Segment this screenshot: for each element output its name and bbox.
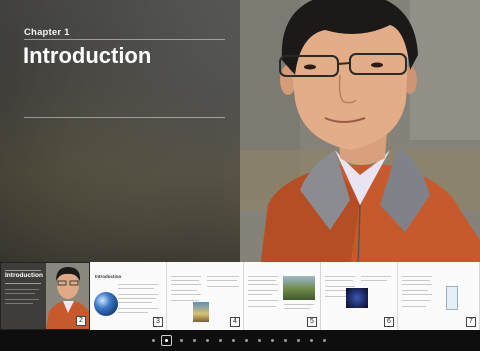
earth-globe-image: [94, 292, 118, 316]
page-dot[interactable]: [310, 339, 313, 342]
page-thumbnail-strip: Introduction 2 Introduction 3 4 5 6 7: [0, 262, 480, 330]
page-dot[interactable]: [245, 339, 248, 342]
page-dot[interactable]: [271, 339, 274, 342]
page-number-badge: 5: [307, 317, 317, 327]
thumbnail-page-7[interactable]: 7: [398, 262, 480, 330]
page-dot[interactable]: [297, 339, 300, 342]
thumbnail-image: [193, 302, 209, 322]
page-dot[interactable]: [258, 339, 261, 342]
page-dot[interactable]: [152, 339, 155, 342]
thumbnail-page-3[interactable]: Introduction 3: [90, 262, 167, 330]
chapter-divider-bottom: [24, 117, 225, 118]
page-number-badge: 6: [384, 317, 394, 327]
page-number-badge: 4: [230, 317, 240, 327]
page-dot[interactable]: [180, 339, 183, 342]
thumbnail-heading: Introduction: [95, 274, 122, 279]
thumbnail-page-4[interactable]: 4: [167, 262, 244, 330]
portrait-illustration: [240, 0, 480, 268]
page-number-badge: 3: [153, 317, 163, 327]
page-dot[interactable]: [193, 339, 196, 342]
page-dot[interactable]: [219, 339, 222, 342]
page-navigation-bar: [0, 330, 480, 351]
page-dot[interactable]: [284, 339, 287, 342]
thumbnail-page-6[interactable]: 6: [321, 262, 398, 330]
thumbnail-page-5[interactable]: 5: [244, 262, 321, 330]
thumbnail-page-current[interactable]: Introduction 2: [0, 262, 90, 330]
page-dot[interactable]: [206, 339, 209, 342]
page-dot-current[interactable]: [161, 335, 172, 346]
thumbnail-image: [346, 288, 368, 308]
thumbnail-image: [283, 276, 315, 300]
chapter-label: Chapter 1: [24, 27, 70, 38]
author-portrait: [240, 0, 480, 268]
page-dot[interactable]: [232, 339, 235, 342]
page-number-badge: 2: [76, 316, 86, 326]
thumbnail-image: [446, 286, 458, 310]
chapter-title: Introduction: [23, 43, 152, 68]
thumbnail-title: Introduction: [5, 272, 43, 279]
chapter-divider-top: [24, 39, 225, 40]
page-number-badge: 7: [466, 317, 476, 327]
page-dot[interactable]: [323, 339, 326, 342]
book-reader: Chapter 1 Introduction Introduction 2 In…: [0, 0, 480, 351]
